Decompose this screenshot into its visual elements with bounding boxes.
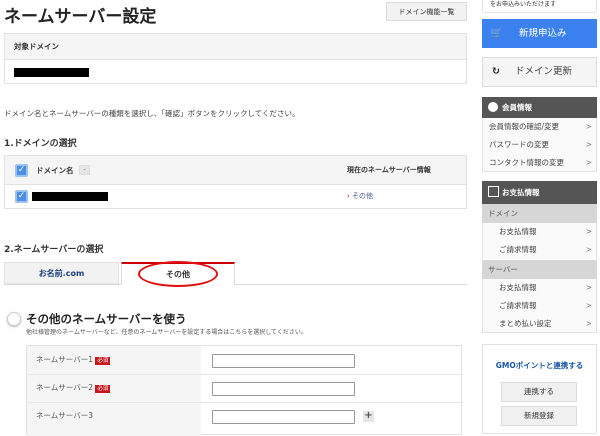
col-nameserver: 現在のネームサーバー情報 xyxy=(347,166,431,174)
col-domain: ドメイン名 xyxy=(36,166,74,175)
nameserver-form: ネームサーバー1 必須 ネームサーバー2 必須 ネームサーバー3 + xyxy=(26,345,463,436)
payment-domain-label: ドメイン xyxy=(482,204,597,223)
ns3-label: ネームサーバー3 xyxy=(36,411,93,420)
radio-other[interactable] xyxy=(7,312,21,326)
wallet-icon xyxy=(488,186,499,197)
required-badge: 必須 xyxy=(95,357,111,365)
select-all-checkbox[interactable]: ✓ xyxy=(15,164,28,177)
sidebar-bubble: をお申込みいただけます xyxy=(482,0,597,13)
ns-info[interactable]: › その他 xyxy=(347,191,373,201)
gmo-title[interactable]: GMOポイントと連携する xyxy=(482,360,597,371)
option-desc: 他社様管理のネームサーバーなど、任意のネームサーバーを設定する場合はこちらを選択… xyxy=(26,329,307,336)
table-row: ✓ › その他 xyxy=(5,185,466,209)
gmo-link-button[interactable]: 連携する xyxy=(501,382,577,402)
redacted-domain xyxy=(32,192,108,201)
refresh-icon: ↻ xyxy=(492,66,500,77)
required-badge: 必須 xyxy=(95,385,111,393)
row-checkbox[interactable]: ✓ xyxy=(15,190,28,203)
target-domain-label: 対象ドメイン xyxy=(5,34,466,60)
ns1-input[interactable] xyxy=(212,354,355,368)
payment-item[interactable]: ご請求情報 > xyxy=(482,241,597,259)
payment-item[interactable]: お支払情報 > xyxy=(482,223,597,241)
member-item[interactable]: パスワードの変更 > xyxy=(482,136,597,154)
gmo-register-button[interactable]: 新規登録 xyxy=(501,406,577,426)
target-domain-box: 対象ドメイン xyxy=(4,33,467,84)
section1-title: 1.ドメインの選択 xyxy=(4,139,77,149)
option-title: その他のネームサーバーを使う xyxy=(26,312,187,326)
section2-title: 2.ネームサーバーの選択 xyxy=(4,245,104,255)
redacted-domain xyxy=(14,68,89,77)
renew-button[interactable]: ↻ ドメイン更新 xyxy=(482,57,597,87)
table-header: ✓ ドメイン名 - 現在のネームサーバー情報 xyxy=(5,156,466,185)
renew-label: ドメイン更新 xyxy=(515,66,573,77)
ns-value: その他 xyxy=(352,192,374,200)
payment-item[interactable]: ご請求情報 > xyxy=(482,297,597,315)
new-order-button[interactable]: 🛒 新規申込み xyxy=(482,19,597,48)
ns2-input[interactable] xyxy=(212,382,355,396)
domain-list-button[interactable]: ドメイン機能一覧 xyxy=(386,2,467,21)
highlight-ellipse xyxy=(138,261,218,287)
tab-onamae[interactable]: お名前.com xyxy=(4,262,119,284)
cart-icon: 🛒 xyxy=(490,28,503,39)
ns1-label: ネームサーバー1 必須 xyxy=(36,355,111,365)
payment-item[interactable]: お支払情報 > xyxy=(482,279,597,297)
new-order-label: 新規申込み xyxy=(519,28,567,39)
payment-header: お支払情報 xyxy=(482,181,597,204)
domain-table: ✓ ドメイン名 - 現在のネームサーバー情報 ✓ › その他 xyxy=(4,155,467,209)
member-header: 会員情報 xyxy=(482,97,597,118)
member-item[interactable]: 会員情報の確認/変更 > xyxy=(482,118,597,136)
page-title: ネームサーバー設定 xyxy=(4,7,157,27)
member-item[interactable]: コンタクト情報の変更 > xyxy=(482,154,597,172)
sort-button[interactable]: - xyxy=(79,165,90,175)
payment-server-label: サーバー xyxy=(482,260,597,279)
instruction-text: ドメイン名とネームサーバーの種類を選択し、「確認」ボタンをクリックしてください。 xyxy=(4,109,300,118)
ns3-input[interactable] xyxy=(212,410,355,424)
payment-item[interactable]: まとめ払い設定 > xyxy=(482,315,597,333)
user-icon xyxy=(488,102,498,112)
ns2-label: ネームサーバー2 必須 xyxy=(36,383,111,393)
add-nameserver-button[interactable]: + xyxy=(363,411,374,422)
